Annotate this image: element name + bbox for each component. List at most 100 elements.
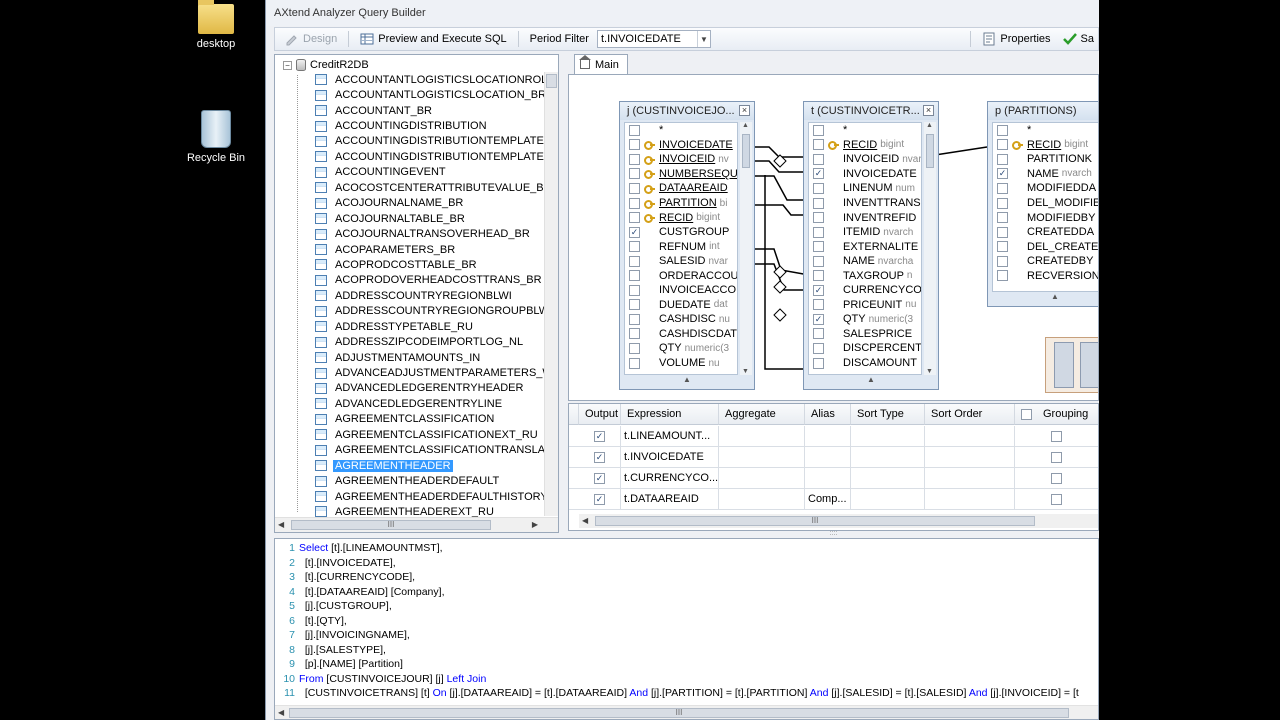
tree-item[interactable]: ACCOUNTANTLOGISTICSLOCATION_BR	[315, 87, 551, 102]
properties-button[interactable]: Properties	[978, 29, 1054, 49]
grid-column-header[interactable]: Aggregate	[719, 404, 805, 425]
field-row[interactable]: DUEDATE dat	[625, 298, 737, 313]
grid-cell-sort-type[interactable]	[851, 468, 925, 489]
close-icon[interactable]: ×	[739, 105, 750, 116]
field-checkbox[interactable]	[997, 241, 1008, 253]
grid-cell-output[interactable]: ✓	[579, 468, 621, 489]
grid-column-header[interactable]: Grouping	[1015, 404, 1098, 425]
field-checkbox[interactable]	[997, 226, 1008, 238]
field-row[interactable]: EXTERNALITE	[809, 239, 921, 254]
field-checkbox[interactable]	[629, 139, 640, 151]
field-row[interactable]: INVOICEID nvar	[809, 152, 921, 167]
grid-cell-output[interactable]: ✓	[579, 447, 621, 468]
tree-item[interactable]: ACOJOURNALTRANSOVERHEAD_BR	[315, 226, 551, 241]
scrollbar-thumb[interactable]: III	[289, 708, 1069, 718]
period-filter-select[interactable]: t.INVOICEDATE ▼	[596, 30, 711, 48]
field-checkbox[interactable]: ✓	[813, 313, 824, 325]
tree-item[interactable]: ACOJOURNALTABLE_BR	[315, 211, 551, 226]
field-checkbox[interactable]	[629, 299, 640, 311]
table-box[interactable]: p (PARTITIONS)×*RECIDbigintPARTITIONK✓NA…	[987, 101, 1098, 307]
table-box-header[interactable]: t (CUSTINVOICETR... ×	[804, 102, 938, 120]
tree-item[interactable]: ACOPRODCOSTTABLE_BR	[315, 257, 551, 272]
field-checkbox[interactable]	[813, 255, 824, 267]
grid-cell-sort-order[interactable]	[925, 489, 1015, 510]
field-row[interactable]: ✓ NAME nvarch	[993, 167, 1098, 182]
tree-vertical-scrollbar[interactable]	[544, 72, 558, 516]
expand-up-icon[interactable]: ▲	[988, 292, 1098, 306]
grouping-header-checkbox[interactable]	[1021, 409, 1032, 420]
field-list-scrollbar[interactable]: ▲ ▼	[924, 122, 936, 375]
grid-cell-aggregate[interactable]	[719, 489, 805, 510]
field-row[interactable]: PRICEUNIT nu	[809, 298, 921, 313]
field-row[interactable]: DISCAMOUNT	[809, 356, 921, 371]
field-checkbox[interactable]	[997, 212, 1008, 224]
tree-item[interactable]: AGREEMENTHEADERDEFAULTHISTORY	[315, 489, 551, 504]
field-checkbox[interactable]	[997, 182, 1008, 194]
field-row[interactable]: PARTITION bi	[625, 196, 737, 211]
grouping-checkbox[interactable]	[1051, 494, 1062, 505]
field-row[interactable]: *	[809, 123, 921, 138]
collapse-icon[interactable]: −	[283, 60, 292, 70]
tree-item[interactable]: ACOJOURNALNAME_BR	[315, 196, 551, 211]
grid-column-header[interactable]: Sort Order	[925, 404, 1015, 425]
tree-item[interactable]: AGREEMENTCLASSIFICATION	[315, 412, 551, 427]
field-row[interactable]: DISCPERCENT	[809, 341, 921, 356]
table-box[interactable]: j (CUSTINVOICEJO... × * INVOICEDATE INVOICEI…	[619, 101, 755, 390]
field-checkbox[interactable]: ✓	[997, 168, 1008, 180]
expand-up-icon[interactable]: ▲	[804, 375, 938, 389]
field-row[interactable]: DEL_MODIFIE	[993, 196, 1098, 211]
field-checkbox[interactable]	[813, 226, 824, 238]
tree-item[interactable]: ADVANCEDLEDGERENTRYLINE	[315, 396, 551, 411]
database-tree[interactable]: − CreditR2DB ACCOUNTANTLOGISTICSLOCATION…	[274, 54, 559, 533]
field-row[interactable]: SALESID nvar	[625, 254, 737, 269]
tree-item[interactable]: ACCOUNTINGDISTRIBUTION	[315, 118, 551, 133]
grid-column-header[interactable]: Output	[579, 404, 621, 425]
field-checkbox[interactable]	[629, 313, 640, 325]
grid-cell-aggregate[interactable]	[719, 426, 805, 447]
field-row[interactable]: INVOICEDATE	[625, 138, 737, 153]
splitter-handle[interactable]: ::::	[568, 530, 1099, 537]
grid-cell-output[interactable]: ✓	[579, 489, 621, 510]
field-checkbox[interactable]	[629, 328, 640, 340]
field-checkbox[interactable]	[629, 182, 640, 194]
field-row[interactable]: *	[993, 123, 1098, 138]
field-checkbox[interactable]	[629, 241, 640, 253]
field-row[interactable]: MODIFIEDBY	[993, 210, 1098, 225]
tree-item[interactable]: ADJUSTMENTAMOUNTS_IN	[315, 350, 551, 365]
field-row[interactable]: CREATEDBY	[993, 254, 1098, 269]
grid-cell-sort-type[interactable]	[851, 447, 925, 468]
field-checkbox[interactable]	[813, 182, 824, 194]
tree-item[interactable]: AGREEMENTCLASSIFICATIONEXT_RU	[315, 427, 551, 442]
field-checkbox[interactable]	[997, 197, 1008, 209]
field-row[interactable]: TAXGROUP n	[809, 268, 921, 283]
grid-cell-sort-order[interactable]	[925, 468, 1015, 489]
field-row[interactable]: SALESPRICE	[809, 327, 921, 342]
tree-item[interactable]: ADDRESSZIPCODEIMPORTLOG_NL	[315, 334, 551, 349]
scroll-left-icon[interactable]: ◀	[278, 520, 284, 529]
field-checkbox[interactable]	[629, 124, 640, 136]
scroll-left-icon[interactable]: ◀	[582, 516, 588, 525]
field-checkbox[interactable]: ✓	[629, 226, 640, 238]
grid-column-header[interactable]: Sort Type	[851, 404, 925, 425]
scroll-up-icon[interactable]: ▲	[742, 122, 749, 129]
grid-cell-sort-order[interactable]	[925, 447, 1015, 468]
field-row[interactable]: INVENTTRANS	[809, 196, 921, 211]
grid-row[interactable]: ✓ t.INVOICEDATE	[569, 447, 1098, 468]
recycle-bin-shortcut[interactable]: Recycle Bin	[176, 110, 256, 164]
field-row[interactable]: MODIFIEDDA	[993, 181, 1098, 196]
field-row[interactable]: CASHDISC nu	[625, 312, 737, 327]
scrollbar-thumb[interactable]	[926, 134, 934, 168]
field-row[interactable]: LINENUM num	[809, 181, 921, 196]
grid-cell-alias[interactable]	[805, 447, 851, 468]
field-row[interactable]: RECID bigint	[625, 210, 737, 225]
field-checkbox[interactable]	[629, 212, 640, 224]
field-checkbox[interactable]	[997, 255, 1008, 267]
tree-item[interactable]: ACCOUNTINGDISTRIBUTIONTEMPLATEDE	[315, 149, 558, 164]
field-row[interactable]: ✓ QTY numeric(3	[809, 312, 921, 327]
query-design-canvas[interactable]: j (CUSTINVOICEJO... × * INVOICEDATE INVOICEI…	[568, 74, 1099, 401]
save-button[interactable]: Sa	[1059, 29, 1098, 49]
close-icon[interactable]: ×	[923, 105, 934, 116]
field-checkbox[interactable]	[997, 153, 1008, 165]
scrollbar-thumb[interactable]	[742, 134, 750, 168]
field-checkbox[interactable]	[813, 241, 824, 253]
